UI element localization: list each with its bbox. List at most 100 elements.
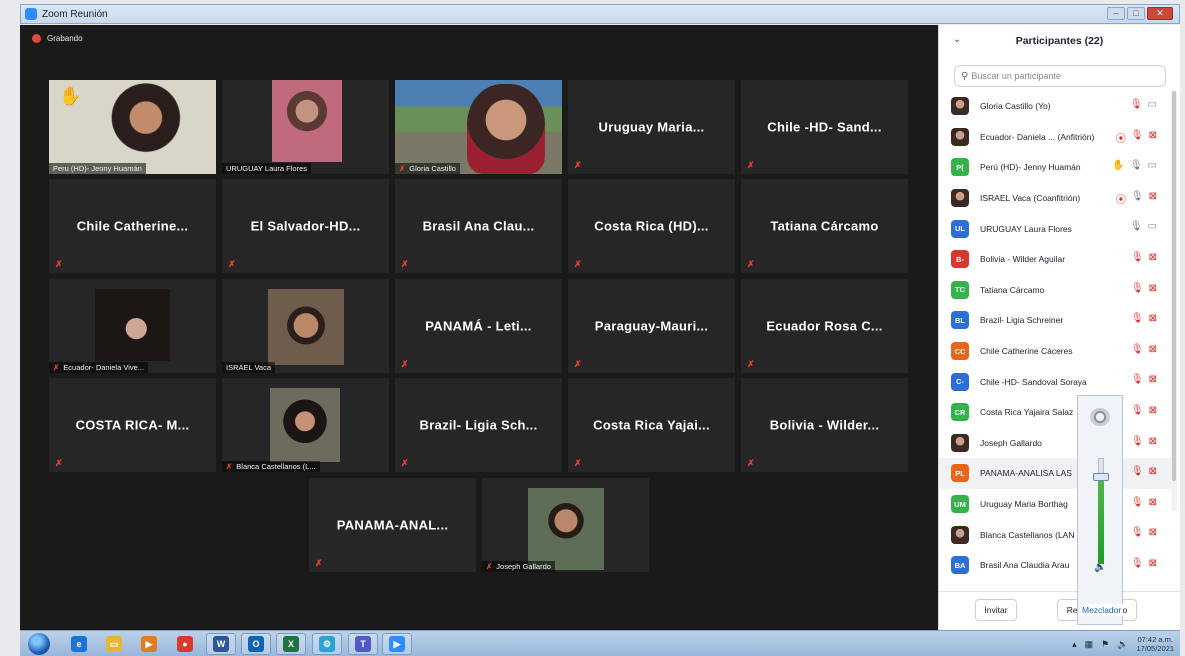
- video-tile[interactable]: PANAMÁ - Leti... ✗: [395, 279, 562, 373]
- avatar: UM: [951, 495, 969, 514]
- participant-row[interactable]: Gloria Castillo (Yo) 🎙︎ ▭: [939, 91, 1171, 122]
- tray-expand-icon[interactable]: ▴: [1072, 639, 1077, 650]
- participant-row[interactable]: ISRAEL Vaca (Coanfitrión) ⦿ 🎙︎ ⊠: [939, 183, 1171, 214]
- taskbar-teams-button[interactable]: T: [348, 633, 378, 655]
- maximize-button[interactable]: □: [1127, 7, 1145, 20]
- video-tile[interactable]: PANAMA-ANAL... ✗: [309, 478, 476, 572]
- tile-participant-name: COSTA RICA- M...: [75, 417, 190, 433]
- video-tile[interactable]: Paraguay-Mauri... ✗: [568, 279, 735, 373]
- participant-row[interactable]: PL PANAMA-ANALISA LAS 🎙︎ ⊠: [939, 458, 1171, 489]
- video-tile[interactable]: Blanca Castellanos (L...: [222, 378, 389, 472]
- network-icon[interactable]: ▦: [1085, 639, 1094, 650]
- close-button[interactable]: ✕: [1147, 7, 1173, 20]
- video-tile[interactable]: ✋ Peru (HD)- Jenny Huamán: [49, 80, 216, 174]
- video-tile[interactable]: El Salvador-HD... ✗: [222, 179, 389, 273]
- muted-mic-icon: ✗: [55, 458, 63, 468]
- participant-row[interactable]: P(Perú (HD)- Jenny Huamán ✋ 🎙︎ ▭: [939, 152, 1171, 183]
- participant-scrollbar[interactable]: [1171, 91, 1177, 511]
- video-tile[interactable]: Gloria Castillo: [395, 80, 562, 174]
- participant-row[interactable]: Blanca Castellanos (LAN 🎙︎ ⊠: [939, 519, 1171, 550]
- participant-status-icons: 🎙︎ ⊠: [1131, 252, 1157, 263]
- participant-row[interactable]: BA Brasil Ana Claudia Arau 🎙︎ ⊠: [939, 550, 1171, 581]
- participant-status-icons: 🎙︎ ⊠: [1131, 405, 1157, 416]
- scrollbar-thumb[interactable]: [1172, 91, 1176, 481]
- taskbar-media-player-button[interactable]: ▶: [134, 633, 164, 655]
- participant-row[interactable]: Ecuador- Daniela ... (Anfitrión) ⦿ 🎙︎ ⊠: [939, 122, 1171, 153]
- tile-participant-name: PANAMÁ - Leti...: [425, 318, 532, 334]
- participant-face: [467, 84, 545, 174]
- taskbar-app-button[interactable]: ⚙: [312, 633, 342, 655]
- recording-indicator: Grabando: [32, 34, 83, 43]
- participant-row[interactable]: Joseph Gallardo 🎙︎ ⊠: [939, 428, 1171, 459]
- video-tile[interactable]: Costa Rica (HD)... ✗: [568, 179, 735, 273]
- taskbar-word-button[interactable]: W: [206, 633, 236, 655]
- excel-icon: X: [283, 636, 299, 652]
- flag-icon[interactable]: ⚑: [1101, 639, 1109, 650]
- speaker-mute-icon[interactable]: 🔈: [1094, 562, 1106, 573]
- video-tile[interactable]: Chile -HD- Sand... ✗: [741, 80, 908, 174]
- tile-name-label: URUGUAY Laura Flores: [222, 163, 311, 174]
- mic-off-icon: 🎙︎: [1130, 313, 1144, 325]
- taskbar-file-explorer-button[interactable]: ▭: [99, 633, 129, 655]
- mic-off-icon: 🎙︎: [1129, 99, 1143, 110]
- taskbar-excel-button[interactable]: X: [276, 633, 306, 655]
- tile-participant-name: Bolivia - Wilder...: [769, 417, 880, 433]
- video-tile[interactable]: Joseph Gallardo: [482, 478, 649, 572]
- mic-off-icon: 🎙︎: [1130, 557, 1144, 569]
- taskbar-zoom-button[interactable]: ▶: [382, 633, 412, 655]
- video-tile[interactable]: Ecuador- Daniela Vive...: [49, 279, 216, 373]
- participant-row[interactable]: BL Brazil- Ligia Schreiner 🎙︎ ⊠: [939, 305, 1171, 336]
- invite-button[interactable]: Invitar: [975, 599, 1017, 621]
- participant-row[interactable]: C- Chile -HD- Sandoval Soraya 🎙︎ ⊠: [939, 366, 1171, 397]
- video-tile[interactable]: URUGUAY Laura Flores: [222, 80, 389, 174]
- participant-video: [268, 289, 344, 365]
- avatar: [951, 97, 969, 116]
- tile-participant-name: Brasil Ana Clau...: [422, 218, 535, 234]
- clock[interactable]: 07:42 a.m. 17/05/2021: [1136, 635, 1174, 653]
- volume-slider-handle[interactable]: [1093, 473, 1109, 481]
- video-tile[interactable]: Tatiana Cárcamo ✗: [741, 179, 908, 273]
- video-tile[interactable]: Brasil Ana Clau... ✗: [395, 179, 562, 273]
- video-tile[interactable]: ISRAEL Vaca: [222, 279, 389, 373]
- taskbar-internet-explorer-button[interactable]: e: [64, 633, 94, 655]
- camera-off-icon: ⊠: [1148, 496, 1157, 508]
- taskbar-outlook-button[interactable]: O: [241, 633, 271, 655]
- tile-participant-name: Brazil- Ligia Sch...: [419, 417, 538, 433]
- chevron-down-icon[interactable]: ⌄: [953, 34, 961, 45]
- mic-off-icon: 🎙︎: [1130, 404, 1144, 416]
- participant-search-input[interactable]: ⚲ Buscar un participante: [954, 65, 1166, 87]
- avatar: C-: [951, 372, 969, 391]
- avatar: [951, 127, 969, 146]
- start-button[interactable]: [28, 633, 50, 655]
- camera-off-icon: ⊠: [1148, 190, 1157, 202]
- word-icon: W: [213, 636, 229, 652]
- video-tile[interactable]: Chile Catherine... ✗: [49, 179, 216, 273]
- video-tile[interactable]: Ecuador Rosa C... ✗: [741, 279, 908, 373]
- participant-list: Gloria Castillo (Yo) 🎙︎ ▭ Ecuador- Daniela …: [939, 91, 1171, 591]
- avatar: [951, 189, 969, 208]
- video-tile[interactable]: Uruguay Maria... ✗: [568, 80, 735, 174]
- video-tile[interactable]: Brazil- Ligia Sch... ✗: [395, 378, 562, 472]
- desktop: Zoom Reunión – □ ✕ Grabando ✋ Peru (HD)- …: [0, 0, 1185, 656]
- taskbar-chrome-button[interactable]: ●: [170, 633, 200, 655]
- participant-row[interactable]: CC Chile Catherine Cáceres 🎙︎ ⊠: [939, 336, 1171, 367]
- participant-row[interactable]: B- Bolivia - Wilder Aguilar 🎙︎ ⊠: [939, 244, 1171, 275]
- camera-icon: ▭: [1147, 221, 1157, 233]
- participant-row[interactable]: UL URUGUAY Laura Flores 🎙︎ ▭: [939, 213, 1171, 244]
- volume-icon[interactable]: 🔈: [1117, 639, 1128, 650]
- muted-mic-icon: ✗: [574, 458, 582, 468]
- mic-off-icon: 🎙︎: [1130, 251, 1144, 263]
- participant-video: [270, 388, 340, 462]
- participant-row[interactable]: UM Uruguay Maria Borthag 🎙︎ ⊠: [939, 489, 1171, 520]
- video-tile[interactable]: Costa Rica Yajai... ✗: [568, 378, 735, 472]
- participant-row[interactable]: CR Costa Rica Yajaira Salaz 🎙︎ ⊠: [939, 397, 1171, 428]
- participant-row[interactable]: TC Tatiana Cárcamo 🎙︎ ⊠: [939, 275, 1171, 306]
- video-tile[interactable]: COSTA RICA- M... ✗: [49, 378, 216, 472]
- tile-participant-name: Chile -HD- Sand...: [767, 119, 882, 135]
- video-tile[interactable]: Bolivia - Wilder... ✗: [741, 378, 908, 472]
- participant-name: Perú (HD)- Jenny Huamán: [980, 162, 1081, 173]
- mic-icon: 🎙︎: [1130, 190, 1144, 202]
- minimize-button[interactable]: –: [1107, 7, 1125, 20]
- mixer-link[interactable]: Mezclador: [1080, 604, 1124, 616]
- screen-share-icon: ⦿: [1115, 194, 1126, 206]
